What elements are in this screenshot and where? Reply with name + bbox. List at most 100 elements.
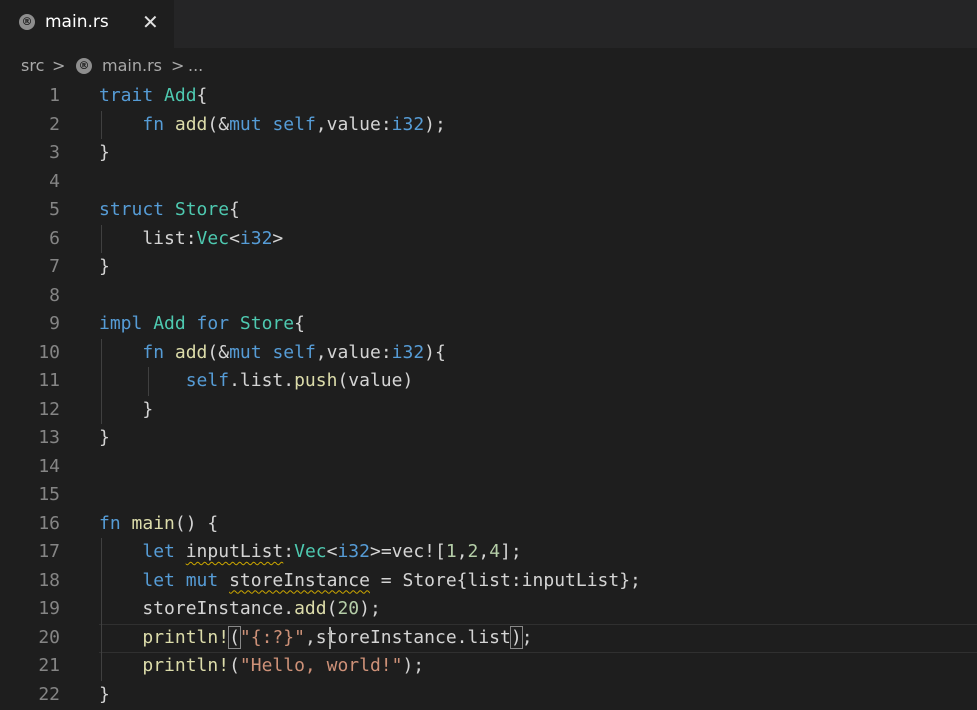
line-text: struct Store{ <box>99 196 240 225</box>
code-line[interactable]: 9 impl Add for Store{ <box>0 310 977 339</box>
code-token: } <box>99 427 110 448</box>
code-token: main <box>131 512 175 534</box>
code-token: Store <box>174 199 230 220</box>
line-number: 6 <box>49 227 60 249</box>
line-number: 9 <box>49 313 60 334</box>
code-token: , <box>478 541 490 562</box>
code-token: ){ <box>424 341 446 363</box>
indent-guide <box>101 224 102 253</box>
code-token: i32 <box>239 227 273 249</box>
line-text: } <box>99 681 110 710</box>
code-line[interactable]: 3} <box>0 139 977 168</box>
code-line[interactable]: 16 fn main() { <box>0 510 977 539</box>
code-token: mut <box>229 113 273 135</box>
code-token: Vec <box>294 541 327 562</box>
indent-guide <box>101 338 102 424</box>
code-line[interactable]: 17 let inputList:Vec<i32>=vec![1,2,4]; <box>0 538 977 567</box>
code-line[interactable]: 8 <box>0 282 977 311</box>
code-line[interactable]: 22} <box>0 681 977 710</box>
line-number: 7 <box>49 256 60 277</box>
line-number: 4 <box>49 170 60 192</box>
code-line[interactable]: 14 <box>0 453 977 482</box>
code-token: Store <box>239 313 295 334</box>
line-text: println!("{:?}",storeInstance.list); <box>99 624 533 653</box>
code-line[interactable]: 15 <box>0 481 977 510</box>
line-number: 8 <box>49 284 60 306</box>
breadcrumb-folder-src[interactable]: src <box>21 56 44 75</box>
line-number: 17 <box>38 541 60 562</box>
breadcrumb-file[interactable]: main.rs <box>102 56 162 75</box>
code-token: for <box>196 313 240 334</box>
code-line[interactable]: 12 } <box>0 396 977 425</box>
code-token: ,storeInstance.list <box>304 626 511 648</box>
indent-guide <box>101 110 102 139</box>
code-token: 2 <box>467 541 479 562</box>
code-line[interactable]: 18 let mut storeInstance = Store{list:in… <box>0 567 977 596</box>
warning-identifier: inputList <box>185 541 284 562</box>
code-token: } <box>99 683 110 705</box>
rust-file-icon: ® <box>76 58 92 74</box>
breadcrumb-symbol[interactable]: ... <box>188 56 203 75</box>
code-token: let <box>142 541 186 562</box>
code-line[interactable]: 7} <box>0 253 977 282</box>
code-token: 1 <box>445 541 457 562</box>
code-token: push <box>294 370 338 391</box>
close-icon[interactable]: ✕ <box>142 10 159 34</box>
code-token: ,value: <box>315 341 392 363</box>
code-line[interactable]: 13} <box>0 424 977 453</box>
code-line[interactable]: 4 <box>0 168 977 197</box>
code-line[interactable]: 1 trait Add{ <box>0 82 977 111</box>
code-token: storeInstance. <box>99 598 295 619</box>
code-token: impl <box>99 313 154 334</box>
code-line[interactable]: 21 println!("Hello, world!"); <box>0 652 977 681</box>
code-token: i32 <box>391 341 425 363</box>
code-token: ]; <box>500 541 522 562</box>
code-token: "Hello, world!" <box>239 655 403 676</box>
code-line[interactable]: 6 list:Vec<i32> <box>0 225 977 254</box>
line-number: 1 <box>49 85 60 106</box>
line-text: } <box>99 253 110 282</box>
code-line[interactable]: 10 fn add(&mut self,value:i32){ <box>0 339 977 368</box>
line-text: fn add(&mut self,value:i32){ <box>99 339 446 368</box>
code-token: fn <box>142 341 175 363</box>
code-line[interactable]: 19 storeInstance.add(20); <box>0 595 977 624</box>
code-line[interactable]: 20 println!("{:?}",storeInstance.list); <box>0 623 977 653</box>
code-token: self <box>272 113 316 135</box>
code-line[interactable]: 2 fn add(&mut self,value:i32); <box>0 111 977 140</box>
tab-main-rs[interactable]: ® main.rs ✕ <box>0 0 174 48</box>
code-token: self <box>272 341 316 363</box>
code-token: list: <box>99 227 197 249</box>
code-token: , <box>456 541 468 562</box>
code-token: .list. <box>229 370 295 391</box>
code-token: (& <box>207 341 230 363</box>
code-line[interactable]: 11 self.list.push(value) <box>0 367 977 396</box>
code-token: < <box>326 541 338 562</box>
tab-bar: ® main.rs ✕ <box>0 0 977 48</box>
chevron-right-icon: > <box>52 56 66 75</box>
code-token: < <box>229 227 240 249</box>
line-text: let inputList:Vec<i32>=vec![1,2,4]; <box>99 538 522 567</box>
code-token: { <box>196 85 208 106</box>
line-number: 22 <box>38 683 60 705</box>
code-line[interactable]: 5 struct Store{ <box>0 196 977 225</box>
code-token: } <box>99 142 110 163</box>
code-token: self <box>185 370 230 391</box>
chevron-right-icon: > <box>171 56 185 75</box>
text-cursor <box>329 626 331 649</box>
rust-file-icon: ® <box>19 14 35 30</box>
code-token: 4 <box>489 541 501 562</box>
line-text: impl Add for Store{ <box>99 310 305 339</box>
code-token: i32 <box>337 541 370 562</box>
code-token: ( <box>326 598 338 619</box>
code-token: } <box>99 398 154 420</box>
code-token: (& <box>207 113 230 135</box>
code-token: mut <box>229 341 273 363</box>
code-token: ( <box>229 655 240 676</box>
code-token: { <box>229 199 240 220</box>
code-token: } <box>99 256 110 277</box>
indent-guide <box>101 538 102 681</box>
code-token: ) <box>509 625 523 649</box>
